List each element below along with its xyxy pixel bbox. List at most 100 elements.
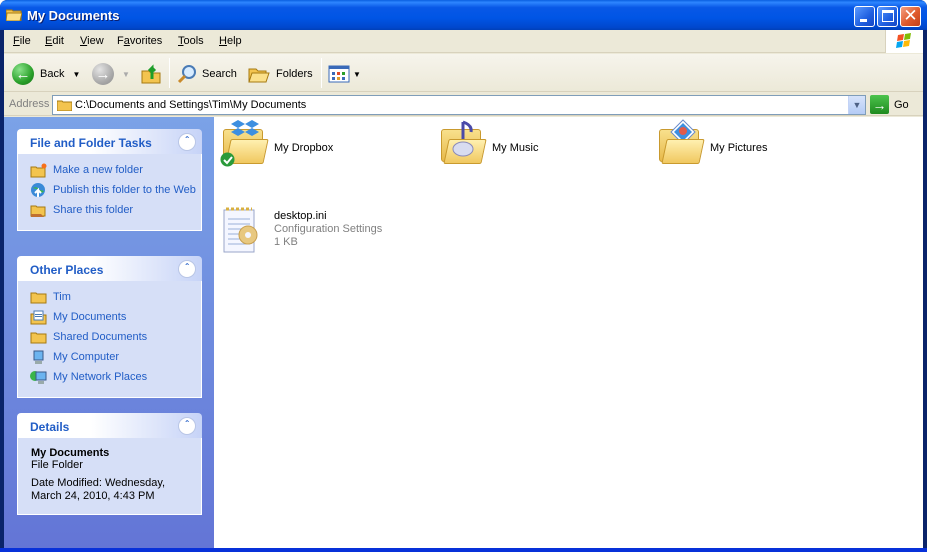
dropbox-folder-icon [220,119,269,167]
maximize-icon [882,10,894,22]
place-label: My Network Places [53,371,148,383]
task-label: Publish this folder to the Web [53,184,196,196]
pictures-folder-icon [656,119,705,167]
search-button[interactable]: Search [176,62,237,86]
other-places-panel: Other Places ˆ Tim My Documents Shared D… [17,256,202,398]
place-label: Tim [53,291,71,303]
file-item-my-dropbox[interactable]: My Dropbox [220,119,333,167]
file-folder-tasks-panel: File and Folder Tasks ˆ Make a new folde… [17,129,202,231]
panel-body: Make a new folder Publish this folder to… [17,154,202,231]
my-documents-icon [30,310,47,325]
file-name: My Pictures [710,142,768,154]
task-label: Make a new folder [53,164,143,176]
up-folder-icon [141,64,161,84]
back-label: Back [40,68,65,80]
menu-help[interactable]: Help [219,35,242,47]
maximize-button[interactable] [877,6,898,27]
folders-button[interactable]: Folders [248,62,313,86]
windows-logo [885,30,923,53]
place-my-network-places[interactable]: My Network Places [18,369,201,389]
go-button[interactable]: → Go [870,95,909,114]
details-modified: Date Modified: Wednesday, [31,477,166,489]
file-item-my-music[interactable]: My Music [438,119,538,167]
toolbar-separator [169,58,170,88]
task-share-folder[interactable]: Share this folder [18,202,201,222]
menu-bar: File Edit View Favorites Tools Help [4,30,923,53]
panel-title: Details [30,420,70,434]
place-label: My Documents [53,311,127,323]
close-icon: ✕ [903,6,918,25]
folders-label: Folders [276,68,313,80]
views-button[interactable]: ▼ [328,62,361,86]
windows-flag-icon [896,33,911,48]
search-label: Search [202,68,237,80]
search-icon [177,65,196,84]
details-panel: Details ˆ My Documents File Folder Date … [17,413,202,515]
place-my-documents[interactable]: My Documents [18,309,201,329]
file-name: My Music [492,142,539,154]
window-title: My Documents [27,8,120,23]
network-icon [30,371,47,384]
address-input[interactable]: C:\Documents and Settings\Tim\My Documen… [52,95,866,115]
title-bar[interactable]: My Documents ✕ [0,0,927,30]
panel-header[interactable]: File and Folder Tasks ˆ [17,129,202,154]
forward-dropdown-icon[interactable]: ▼ [122,70,130,79]
menu-tools[interactable]: Tools [178,35,204,47]
minimize-icon [860,19,867,22]
collapse-icon[interactable]: ˆ [178,417,196,435]
task-label: Share this folder [53,204,134,216]
panel-title: File and Folder Tasks [30,136,152,150]
task-pane: File and Folder Tasks ˆ Make a new folde… [4,117,214,548]
config-file-icon [220,207,268,255]
file-item-desktop-ini[interactable]: desktop.ini Configuration Settings 1 KB [220,207,382,255]
window-frame: File Edit View Favorites Tools Help ← Ba… [4,30,923,548]
folder-icon [6,9,22,21]
collapse-icon[interactable]: ˆ [178,260,196,278]
forward-arrow-icon: → [92,63,114,85]
music-folder-icon [438,119,487,167]
place-label: Shared Documents [53,331,148,343]
details-type: File Folder [31,459,83,471]
menu-file[interactable]: File [13,35,31,47]
up-folder-button[interactable] [140,62,162,86]
place-tim[interactable]: Tim [18,289,201,309]
folder-icon [30,292,47,304]
place-label: My Computer [53,351,120,363]
menu-edit[interactable]: Edit [45,35,64,47]
back-arrow-icon: ← [12,63,34,85]
address-bar: Address C:\Documents and Settings\Tim\My… [4,93,923,116]
collapse-icon[interactable]: ˆ [178,133,196,151]
place-my-computer[interactable]: My Computer [18,349,201,369]
close-button[interactable]: ✕ [900,6,921,27]
menu-favorites[interactable]: Favorites [117,35,162,47]
panel-body: Tim My Documents Shared Documents My Com… [17,281,202,398]
address-label: Address [9,98,50,110]
file-size: 1 KB [274,236,298,248]
address-value: C:\Documents and Settings\Tim\My Documen… [75,99,307,111]
file-type: Configuration Settings [274,223,383,235]
menu-view[interactable]: View [80,35,104,47]
file-name: desktop.ini [274,210,327,222]
details-modified-date: March 24, 2010, 4:43 PM [31,490,155,502]
panel-header[interactable]: Details ˆ [17,413,202,438]
go-arrow-icon: → [870,95,889,114]
explorer-window: My Documents ✕ File Edit View Favorites … [0,0,927,552]
window-bottom-border [0,548,927,552]
publish-web-icon [31,183,45,197]
toolbar: ← Back ▼ → ▼ Search Folders ▼ [4,54,923,92]
new-folder-icon [30,163,47,178]
file-item-my-pictures[interactable]: My Pictures [656,119,767,167]
back-button[interactable]: ← Back ▼ [12,62,80,86]
task-make-new-folder[interactable]: Make a new folder [18,162,201,182]
place-shared-documents[interactable]: Shared Documents [18,329,201,349]
back-dropdown-icon[interactable]: ▼ [72,70,80,79]
views-dropdown-icon[interactable]: ▼ [353,70,361,79]
task-publish-to-web[interactable]: Publish this folder to the Web [18,182,201,202]
forward-button[interactable]: → ▼ [92,62,130,86]
folder-icon [30,332,47,344]
panel-header[interactable]: Other Places ˆ [17,256,202,281]
file-name: My Dropbox [274,142,334,154]
address-dropdown-button[interactable]: ▼ [848,96,865,114]
share-folder-icon [30,205,46,217]
minimize-button[interactable] [854,6,875,27]
